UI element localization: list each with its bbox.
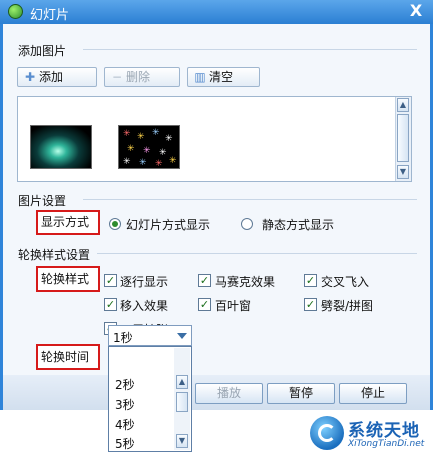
- add-button-label: 添加: [39, 70, 64, 84]
- transition-time-value: 1秒: [113, 331, 133, 345]
- transition-settings-section-title: 轮换样式设置: [18, 248, 91, 262]
- section-divider: [97, 253, 417, 254]
- dropdown-option[interactable]: 3秒: [115, 396, 135, 413]
- thumbnail-scrollbar[interactable]: ▲ ▼: [395, 97, 411, 181]
- blinds-label[interactable]: 百叶窗: [215, 297, 251, 314]
- scroll-down-arrow-icon[interactable]: ▼: [397, 165, 409, 179]
- watermark-title: 系统天地: [348, 421, 420, 441]
- watermark-logo-icon: [310, 416, 344, 450]
- row-reveal-checkbox[interactable]: ✓: [104, 274, 117, 287]
- dropdown-option[interactable]: 4秒: [115, 416, 135, 433]
- slideshow-dialog: 幻灯片 X 添加图片 ✚ 添加 − 删除 ▥ 清空 ✳ ✳ ✳ ✳ ✳ ✳ ✳ ✳: [0, 0, 433, 410]
- split-puzzle-label[interactable]: 劈裂/拼图: [321, 297, 373, 314]
- app-icon: [8, 4, 23, 19]
- dropdown-option[interactable]: 2秒: [115, 376, 135, 393]
- scroll-thumb[interactable]: [176, 392, 188, 412]
- section-divider: [83, 199, 417, 200]
- section-divider: [83, 49, 417, 50]
- image-thumbnail[interactable]: [30, 125, 92, 169]
- cross-fly-in-checkbox[interactable]: ✓: [304, 274, 317, 287]
- delete-button-label: 删除: [126, 70, 151, 84]
- transition-style-label: 轮换样式: [36, 266, 100, 292]
- scroll-up-arrow-icon[interactable]: ▲: [397, 98, 409, 112]
- dialog-client-area: 添加图片 ✚ 添加 − 删除 ▥ 清空 ✳ ✳ ✳ ✳ ✳ ✳ ✳ ✳ ✳ ✳ ✳: [3, 24, 430, 375]
- mosaic-checkbox[interactable]: ✓: [198, 274, 211, 287]
- row-reveal-label[interactable]: 逐行显示: [120, 273, 168, 290]
- slideshow-mode-label[interactable]: 幻灯片方式显示: [126, 216, 210, 233]
- add-button[interactable]: ✚ 添加: [17, 67, 97, 87]
- picture-settings-section-title: 图片设置: [18, 194, 67, 208]
- chevron-down-icon[interactable]: [177, 333, 187, 339]
- title-bar[interactable]: 幻灯片 X: [0, 0, 433, 24]
- display-mode-label: 显示方式: [36, 210, 100, 235]
- site-watermark: 系统天地 XiTongTianDi.net: [310, 414, 432, 454]
- mosaic-label[interactable]: 马赛克效果: [215, 273, 275, 290]
- split-puzzle-checkbox[interactable]: ✓: [304, 298, 317, 311]
- transition-time-label: 轮换时间: [36, 344, 100, 370]
- window-title: 幻灯片: [30, 8, 70, 23]
- trash-icon: ▥: [194, 70, 206, 84]
- close-button[interactable]: X: [407, 2, 425, 20]
- slideshow-mode-radio[interactable]: [109, 218, 121, 230]
- stop-button[interactable]: 停止: [339, 383, 407, 404]
- scroll-thumb[interactable]: [397, 114, 409, 162]
- move-in-checkbox[interactable]: ✓: [104, 298, 117, 311]
- add-pictures-section-title: 添加图片: [18, 44, 67, 58]
- scroll-down-arrow-icon[interactable]: ▼: [176, 434, 188, 448]
- clear-button[interactable]: ▥ 清空: [187, 67, 260, 87]
- clear-button-label: 清空: [209, 70, 234, 84]
- transition-time-dropdown[interactable]: 2秒 3秒 4秒 5秒 ▲ ▼: [108, 346, 192, 452]
- static-mode-label[interactable]: 静态方式显示: [262, 216, 334, 233]
- pause-button[interactable]: 暂停: [267, 383, 335, 404]
- delete-button[interactable]: − 删除: [104, 67, 180, 87]
- dropdown-option[interactable]: 5秒: [115, 435, 135, 452]
- transition-time-select[interactable]: 1秒: [108, 325, 192, 346]
- plus-icon: ✚: [24, 70, 36, 84]
- minus-icon: −: [111, 70, 123, 84]
- image-thumbnail[interactable]: ✳ ✳ ✳ ✳ ✳ ✳ ✳ ✳ ✳ ✳ ✳: [118, 125, 180, 169]
- blinds-checkbox[interactable]: ✓: [198, 298, 211, 311]
- move-in-label[interactable]: 移入效果: [120, 297, 168, 314]
- play-button[interactable]: 播放: [195, 383, 263, 404]
- image-thumbnail-list[interactable]: ✳ ✳ ✳ ✳ ✳ ✳ ✳ ✳ ✳ ✳ ✳ ▲ ▼: [17, 96, 412, 182]
- cross-fly-in-label[interactable]: 交叉飞入: [321, 273, 369, 290]
- scroll-up-arrow-icon[interactable]: ▲: [176, 375, 188, 389]
- watermark-subtitle: XiTongTianDi.net: [348, 439, 425, 449]
- dropdown-scrollbar[interactable]: ▲ ▼: [174, 348, 190, 450]
- static-mode-radio[interactable]: [241, 218, 253, 230]
